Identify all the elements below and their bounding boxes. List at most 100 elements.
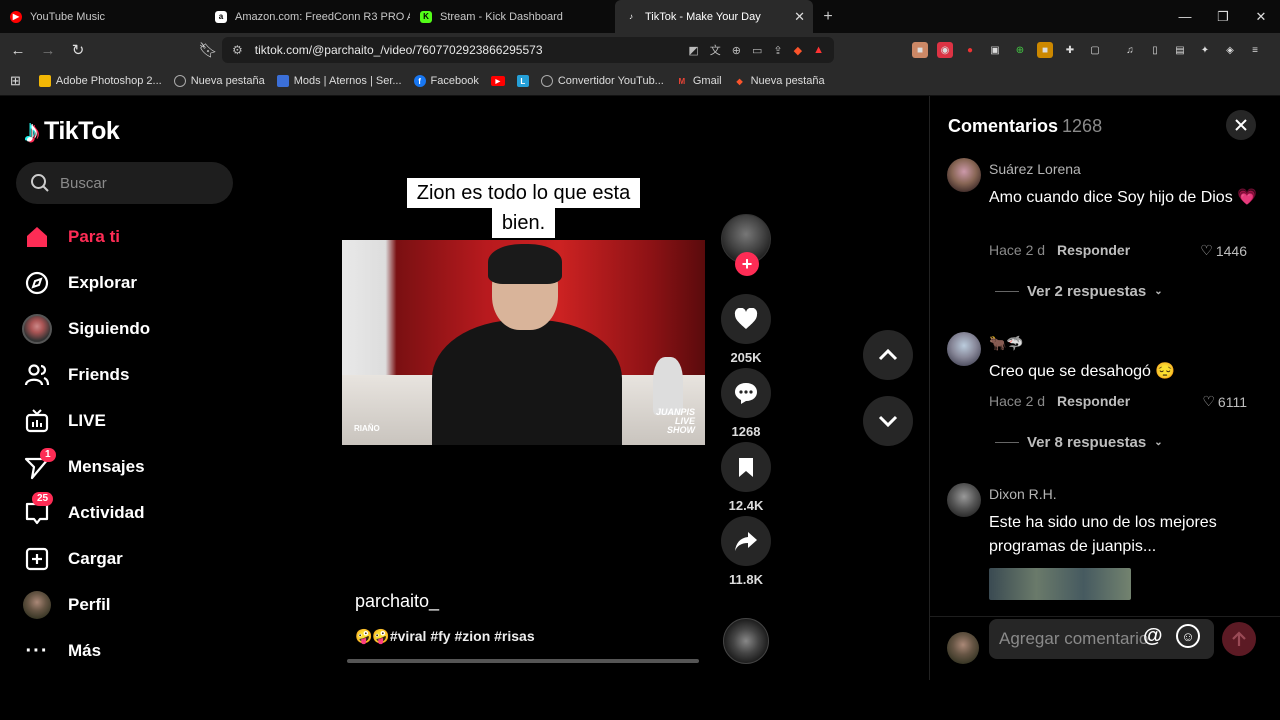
tab-amazon[interactable]: a Amazon.com: FreedConn R3 PRO Au	[205, 0, 410, 33]
tab-youtube-music[interactable]: ▶ YouTube Music	[0, 0, 205, 33]
heart-outline-icon: ♡	[1200, 242, 1213, 258]
music-icon[interactable]: ♫	[1122, 42, 1138, 58]
comment-button[interactable]	[721, 368, 771, 418]
avatar[interactable]	[947, 332, 981, 366]
comment-likes: 1446	[1215, 242, 1247, 259]
share-icon[interactable]: ⇪	[773, 44, 782, 57]
brave-rewards-icon[interactable]: ▲	[813, 44, 824, 56]
cast-icon[interactable]: ▭	[752, 44, 762, 57]
reload-button[interactable]: ↻	[66, 41, 90, 59]
extension-icon[interactable]: ▣	[987, 42, 1003, 58]
avatar[interactable]	[947, 483, 981, 517]
sidebar-item-mensajes[interactable]: 1 Mensajes	[22, 444, 242, 490]
sidebar-icon[interactable]: ▯	[1147, 42, 1163, 58]
comment-user[interactable]: Dixon R.H.	[989, 486, 1057, 502]
sidebar-item-explorar[interactable]: Explorar	[22, 260, 242, 306]
follow-button[interactable]: +	[735, 252, 759, 276]
video-description: 🤪🤪#viral #fy #zion #risas	[355, 628, 535, 644]
video-progress-bar[interactable]	[347, 659, 699, 663]
avatar[interactable]	[947, 158, 981, 192]
send-comment-button[interactable]	[1222, 622, 1256, 656]
bookmark-facebook[interactable]: f Facebook	[413, 75, 479, 87]
address-bar[interactable]: ⚙ tiktok.com/@parchaito_/video/760770292…	[222, 37, 834, 63]
minimize-button[interactable]: —	[1166, 9, 1204, 24]
extension-icon[interactable]: ●	[962, 42, 978, 58]
forward-button[interactable]: →	[36, 42, 60, 59]
brave-icon: ◆	[736, 76, 743, 86]
heart-icon	[734, 308, 758, 329]
translate-icon[interactable]: 文	[710, 42, 721, 58]
like-button[interactable]	[721, 294, 771, 344]
search-input[interactable]	[60, 174, 210, 192]
extension-icon[interactable]: ■	[912, 42, 928, 58]
mention-icon[interactable]: @	[1143, 625, 1163, 648]
menu-icon[interactable]: ≡	[1247, 42, 1263, 58]
tab-kick[interactable]: K Stream - Kick Dashboard	[410, 0, 615, 33]
leo-ai-icon[interactable]: ✦	[1197, 42, 1213, 58]
comment-input[interactable]	[999, 629, 1149, 649]
brave-shields-icon[interactable]: ◆	[794, 44, 802, 57]
search-box[interactable]	[16, 162, 233, 204]
browser-tab-bar: ▶ YouTube Music a Amazon.com: FreedConn …	[0, 0, 1280, 33]
creator-avatar[interactable]: +	[721, 214, 771, 276]
sidebar-item-live[interactable]: LIVE	[22, 398, 242, 444]
comment-user[interactable]: Suárez Lorena	[989, 161, 1081, 177]
comment-image-thumbnail[interactable]	[989, 568, 1131, 600]
bookmark-youtube[interactable]: ▶	[490, 76, 505, 86]
tab-tiktok[interactable]: ♪ TikTok - Make Your Day ✕	[615, 0, 813, 33]
next-video-button[interactable]	[863, 396, 913, 446]
bookmark-icon[interactable]: 🔖︎	[196, 41, 220, 59]
puzzle-icon[interactable]: ✚	[1062, 42, 1078, 58]
close-window-button[interactable]: ✕	[1242, 9, 1280, 25]
video-player[interactable]: RIAÑO JUANPIS LIVE SHOW	[342, 240, 705, 445]
previous-video-button[interactable]	[863, 330, 913, 380]
close-tab-icon[interactable]: ✕	[794, 9, 805, 25]
bookmark-l[interactable]: L	[516, 75, 529, 87]
video-author[interactable]: parchaito_	[355, 591, 439, 612]
emoji-icon[interactable]: ☺	[1176, 624, 1200, 648]
watermark-line: SHOW	[667, 425, 695, 435]
wallet-icon[interactable]: ▤	[1172, 42, 1188, 58]
bookmark-nueva-pestana[interactable]: Nueva pestaña	[173, 75, 265, 87]
tiktok-logo[interactable]: ♪ TikTok	[24, 115, 120, 147]
restore-button[interactable]: ❐	[1204, 9, 1242, 25]
save-button[interactable]	[721, 442, 771, 492]
extension-icon[interactable]: ◉	[937, 42, 953, 58]
view-replies-button[interactable]: Ver 2 respuestas ⌄	[995, 283, 1163, 300]
reply-button[interactable]: Responder	[1057, 393, 1130, 409]
sidebar-item-actividad[interactable]: 25 Actividad	[22, 490, 242, 536]
share-button[interactable]	[721, 516, 771, 566]
bookmark-aternos[interactable]: Mods | Aternos | Ser...	[276, 75, 402, 87]
new-tab-button[interactable]: +	[813, 8, 843, 26]
close-comments-button[interactable]	[1226, 110, 1256, 140]
bookmark-label: Facebook	[430, 75, 479, 87]
extension-icon[interactable]: ■	[1037, 42, 1053, 58]
extension-icon[interactable]: ▢	[1087, 42, 1103, 58]
site-info-icon[interactable]: ⚙	[232, 43, 243, 57]
media-icon[interactable]: ◩	[688, 44, 698, 57]
comment-user[interactable]: 🐂🦈	[989, 335, 1024, 352]
bookmark-gmail[interactable]: M Gmail	[676, 75, 722, 87]
sidebar-item-friends[interactable]: Friends	[22, 352, 242, 398]
extension-icon[interactable]: ⊕	[1012, 42, 1028, 58]
zoom-icon[interactable]: ⊕	[732, 44, 741, 57]
bookmark-adobe[interactable]: Adobe Photoshop 2...	[38, 75, 162, 87]
bookmark-convertidor[interactable]: Convertidor YouTub...	[540, 75, 664, 87]
sidebar-item-perfil[interactable]: Perfil	[22, 582, 242, 628]
sidebar-item-cargar[interactable]: Cargar	[22, 536, 242, 582]
apps-icon[interactable]: ⊞	[10, 73, 21, 89]
reply-button[interactable]: Responder	[1057, 242, 1130, 258]
music-disc[interactable]	[723, 618, 769, 664]
bookmark-label: Nueva pestaña	[750, 75, 825, 87]
bookmark-nueva-pestana-brave[interactable]: ◆ Nueva pestaña	[734, 75, 825, 87]
activity-icon: 25	[22, 492, 54, 528]
comment-like-button[interactable]: ♡ 6111	[1202, 393, 1247, 410]
comment-like-button[interactable]: ♡ 1446	[1200, 242, 1247, 259]
vpn-icon[interactable]: ◈	[1222, 42, 1238, 58]
youtube-icon: ▶	[490, 76, 505, 86]
sidebar-item-para-ti[interactable]: Para ti	[22, 214, 242, 260]
sidebar-item-siguiendo[interactable]: Siguiendo	[22, 306, 242, 352]
sidebar-item-mas[interactable]: ··· Más	[22, 628, 242, 674]
back-button[interactable]: ←	[6, 42, 30, 59]
view-replies-button[interactable]: Ver 8 respuestas ⌄	[995, 434, 1163, 451]
